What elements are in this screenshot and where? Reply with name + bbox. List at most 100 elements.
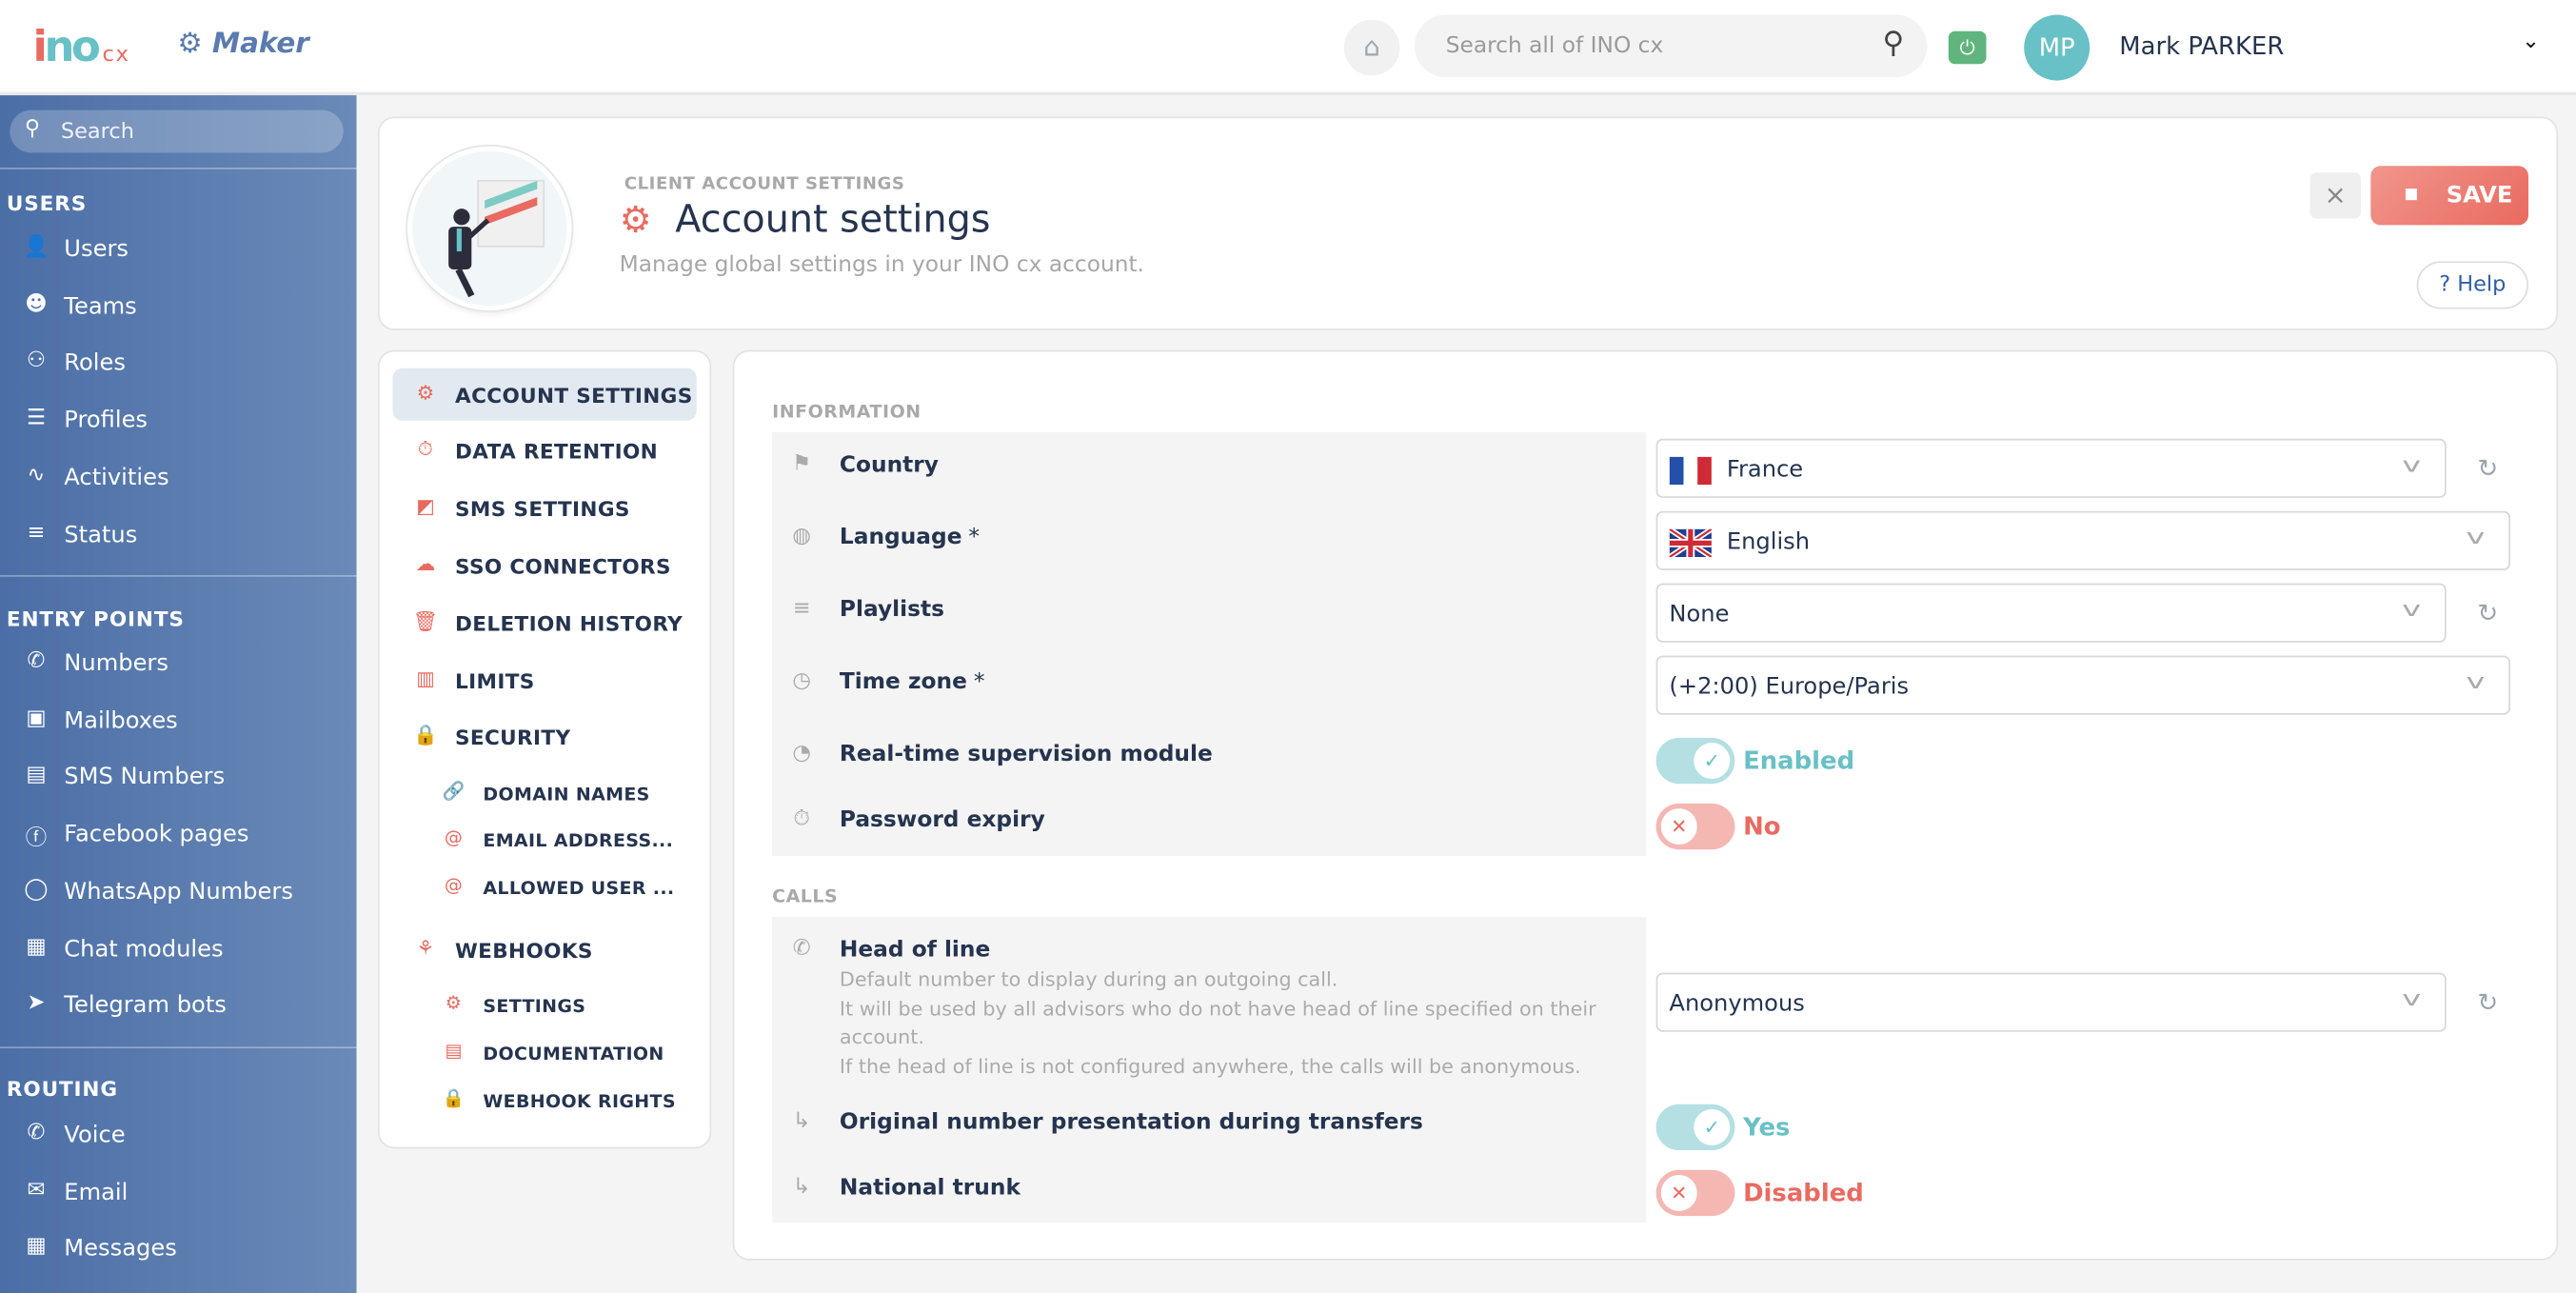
roles-icon: ⚇ [26,348,47,374]
breadcrumb: CLIENT ACCOUNT SETTINGS [624,173,905,194]
sidebar-item-label: Chat modules [64,935,224,963]
playlists-select[interactable]: None v [1655,583,2447,643]
cancel-button[interactable]: × [2309,172,2361,219]
sidebar-search-input[interactable]: ⚲ Search [10,109,344,153]
facebook-pages-icon: ⓕ [25,826,48,852]
reset-icon[interactable]: ↻ [2478,453,2499,483]
reset-icon[interactable]: ↻ [2478,598,2499,627]
nav-item-label: SMS SETTINGS [455,496,630,522]
supervision-toggle[interactable]: ✓ [1655,737,1735,785]
national-trunk-label: National trunk [839,1174,1020,1202]
whatsapp-numbers-icon: ◯ [24,877,49,903]
nav-item-label: DELETION HISTORY [455,610,684,636]
nav-item-account-settings[interactable]: ⚙ ACCOUNT SETTINGS [392,368,697,421]
chevron-down-icon: v [2402,453,2422,479]
ino-cx-logo[interactable]: ino cx [33,23,130,72]
global-search-input[interactable]: Search all of INO cx ⚲ [1414,14,1928,78]
chevron-down-icon[interactable]: ⌄ [2522,30,2540,54]
nav-item-label: WEBHOOKS [455,938,593,964]
timezone-label: Time zone * [840,668,985,695]
allowed-user-icon: @ [444,874,463,896]
sidebar-item-label: Status [64,521,138,548]
avatar[interactable]: MP [2024,14,2091,81]
sidebar-item-voice[interactable]: ✆ Voice [0,1111,356,1161]
sidebar-item-whatsapp-numbers[interactable]: ◯ WhatsApp Numbers [0,867,356,917]
close-icon: ✕ [1660,808,1697,845]
uk-flag-icon [1669,528,1713,558]
sidebar-item-email[interactable]: ✉ Email [0,1168,356,1218]
country-select[interactable]: France v [1655,438,2447,498]
sidebar-item-teams[interactable]: ☻ Teams [0,282,356,331]
head-of-line-label: Head of line [839,936,991,964]
language-label-text: Language [839,524,962,551]
nav-item-label: ALLOWED USER ... [483,877,675,900]
timezone-select[interactable]: (+2:00) Europe/Paris v [1655,655,2511,715]
section-title-calls: CALLS [772,885,839,907]
country-value: France [1726,456,1804,484]
nav-item-email-address[interactable]: @ EMAIL ADDRESS... [392,813,696,865]
home-button[interactable]: ⌂ [1343,19,1400,76]
user-name[interactable]: Mark PARKER [2119,31,2284,61]
nav-item-webhooks[interactable]: ⚘ WEBHOOKS [392,924,696,976]
reset-icon[interactable]: ↻ [2478,987,2499,1017]
national-trunk-toggle[interactable]: ✕ [1655,1169,1735,1217]
nav-item-data-retention[interactable]: ⏱ DATA RETENTION [392,424,696,476]
search-placeholder: Search all of INO cx [1445,32,1664,60]
sidebar-item-chat-modules[interactable]: ▦ Chat modules [0,925,356,974]
search-icon[interactable]: ⚲ [1882,27,1904,61]
nav-item-webhook-rights[interactable]: 🔒 WEBHOOK RIGHTS [392,1075,696,1127]
original-number-toggle[interactable]: ✓ [1655,1104,1735,1151]
nav-item-sso-connectors[interactable]: ☁ SSO CONNECTORS [392,539,696,591]
chat-modules-icon: ▦ [26,934,47,960]
sidebar-item-label: Voice [64,1122,126,1149]
section-title-information: INFORMATION [772,401,921,423]
sidebar-item-profiles[interactable]: ☰ Profiles [0,396,356,446]
playlists-label: Playlists [839,596,944,624]
sidebar-item-facebook-pages[interactable]: ⓕ Facebook pages [0,810,356,860]
nav-item-security[interactable]: 🔒 SECURITY [392,710,696,763]
nav-item-label: DOCUMENTATION [483,1043,664,1065]
nav-item-allowed-user[interactable]: @ ALLOWED USER ... [392,861,696,913]
messages-icon: ▦ [26,1234,47,1260]
sidebar-section-routing: ROUTING [6,1076,118,1102]
settings-illustration [406,146,572,311]
nav-item-deletion-history[interactable]: 🗑 DELETION HISTORY [392,596,696,648]
sidebar-item-sms-numbers[interactable]: ▤ SMS Numbers [0,753,356,803]
national-trunk-status: Disabled [1743,1178,1864,1208]
save-button[interactable]: ▪ SAVE [2370,166,2529,226]
numbers-icon: ✆ [27,648,46,674]
password-expiry-toggle[interactable]: ✕ [1655,803,1735,850]
app-mode[interactable]: ⚙ Maker [177,28,308,61]
users-icon: 👤 [22,234,50,260]
sidebar-divider [0,1046,357,1049]
language-select[interactable]: English v [1655,510,2511,570]
sms-numbers-icon: ▤ [26,763,47,788]
sidebar-item-telegram-bots[interactable]: ➤ Telegram bots [0,982,356,1031]
sidebar-item-roles[interactable]: ⚇ Roles [0,339,356,388]
sidebar-item-mailboxes[interactable]: ▣ Mailboxes [0,696,356,746]
plug-icon[interactable]: ⏻ [1948,30,1987,65]
sidebar: ⚲ Search USERS 👤 Users ☻ Teams ⚇ Roles ☰ Profile… [0,95,357,1293]
gear-icon: ⚙ [619,200,652,242]
sidebar-item-label: Profiles [64,408,149,434]
nav-item-settings[interactable]: ⚙ SETTINGS [392,980,696,1032]
country-label: Country [839,451,939,479]
email-icon: ✉ [27,1177,46,1203]
nav-item-domain-names[interactable]: 🔗 DOMAIN NAMES [392,767,696,820]
help-button[interactable]: ? Help [2416,261,2529,309]
original-number-label: Original number presentation during tran… [839,1108,1423,1136]
nav-item-documentation[interactable]: ▤ DOCUMENTATION [392,1027,696,1080]
playlist-icon: ≡ [792,596,811,622]
sidebar-item-status[interactable]: ≡ Status [0,510,356,560]
nav-item-limits[interactable]: ▥ LIMITS [392,654,696,706]
sidebar-item-numbers[interactable]: ✆ Numbers [0,639,356,688]
sidebar-item-messages[interactable]: ▦ Messages [0,1224,356,1274]
nav-item-sms-settings[interactable]: ◩ SMS SETTINGS [392,482,696,534]
head-of-line-select[interactable]: Anonymous v [1655,972,2447,1032]
profiles-icon: ☰ [26,406,47,431]
sidebar-item-label: Numbers [64,650,168,678]
sidebar-item-activities[interactable]: ∿ Activities [0,453,356,503]
sidebar-item-users[interactable]: 👤 Users [0,225,356,274]
check-icon: ✓ [1694,1108,1731,1145]
sidebar-item-label: Email [64,1179,129,1206]
